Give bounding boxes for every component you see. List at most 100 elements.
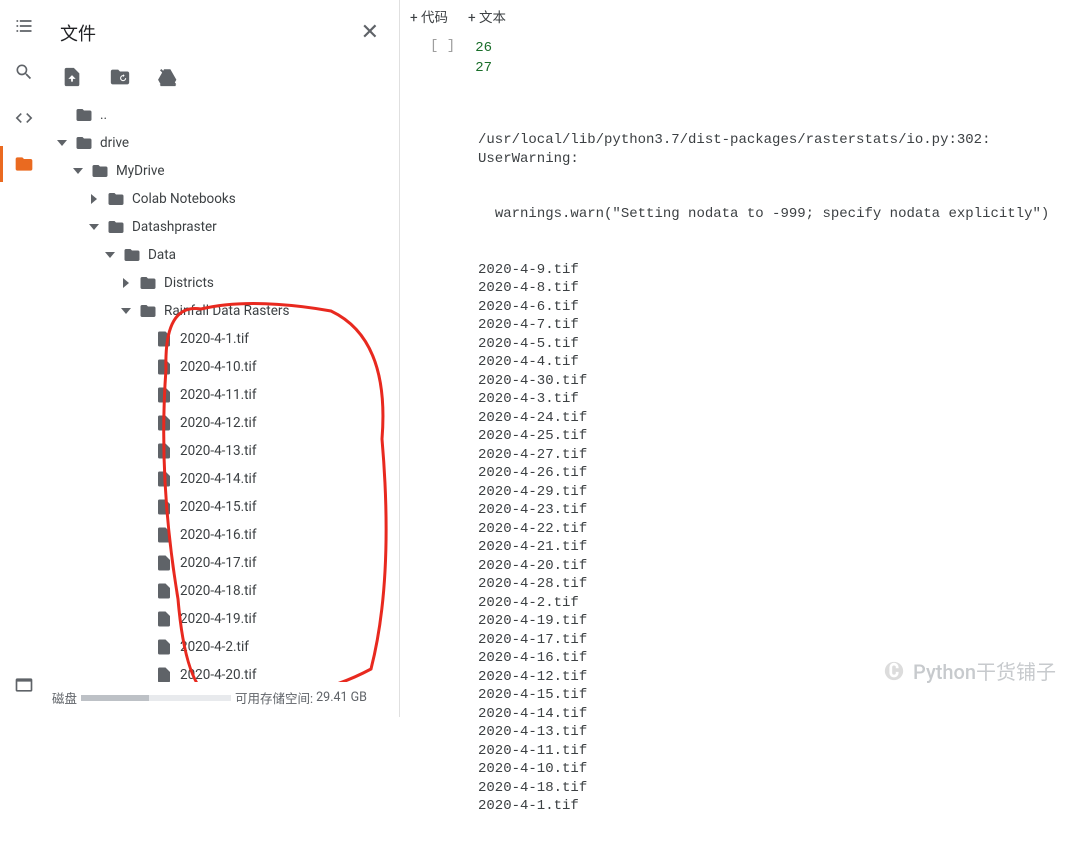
terminal-icon[interactable]	[12, 673, 36, 697]
output-line: 2020-4-4.tif	[478, 353, 1080, 372]
tree-file-item[interactable]: 2020-4-18.tif	[136, 577, 399, 605]
tree-file-item[interactable]: 2020-4-2.tif	[136, 633, 399, 661]
file-icon	[154, 609, 174, 629]
tree-label: Districts	[164, 275, 214, 291]
output-line: 2020-4-26.tif	[478, 464, 1080, 483]
tree-label: Colab Notebooks	[132, 191, 236, 207]
tree-label: 2020-4-17.tif	[180, 555, 257, 571]
file-icon	[154, 553, 174, 573]
code-cell[interactable]: [ ] 26 27	[400, 32, 1080, 78]
tree-label: 2020-4-12.tif	[180, 415, 257, 431]
output-line: 2020-4-2.tif	[478, 594, 1080, 613]
output-line: 2020-4-24.tif	[478, 409, 1080, 428]
output-line: 2020-4-19.tif	[478, 612, 1080, 631]
output-line: 2020-4-1.tif	[478, 797, 1080, 816]
cell-output: /usr/local/lib/python3.7/dist-packages/r…	[400, 82, 1080, 853]
tree-file-item[interactable]: 2020-4-16.tif	[136, 521, 399, 549]
tree-item-data[interactable]: Data	[104, 241, 399, 269]
tree-label: 2020-4-1.tif	[180, 331, 249, 347]
toc-icon[interactable]	[12, 14, 36, 38]
disk-avail-label: 可用存储空间:	[235, 688, 313, 707]
search-icon[interactable]	[12, 60, 36, 84]
tree-label: 2020-4-10.tif	[180, 359, 257, 375]
folder-icon	[74, 105, 94, 125]
disk-label: 磁盘	[52, 688, 77, 707]
files-icon[interactable]	[12, 152, 36, 176]
tree-label: 2020-4-19.tif	[180, 611, 257, 627]
tree-label: 2020-4-15.tif	[180, 499, 257, 515]
file-icon	[154, 637, 174, 657]
watermark-text: Python干货铺子	[913, 656, 1056, 685]
tree-label: 2020-4-11.tif	[180, 387, 257, 403]
output-line: 2020-4-5.tif	[478, 335, 1080, 354]
main-area: + 代码 + 文本 [ ] 26 27 /usr/local/lib/pytho…	[400, 0, 1080, 717]
output-warning: warnings.warn("Setting nodata to -999; s…	[478, 205, 1080, 224]
tree-label: drive	[100, 135, 129, 151]
tree-file-item[interactable]: 2020-4-14.tif	[136, 465, 399, 493]
output-line: 2020-4-22.tif	[478, 520, 1080, 539]
tree-file-item[interactable]: 2020-4-12.tif	[136, 409, 399, 437]
file-icon	[154, 329, 174, 349]
panel-title: 文件	[60, 20, 357, 46]
output-line: 2020-4-21.tif	[478, 538, 1080, 557]
tree-item-rainfall[interactable]: Rainfall Data Rasters	[120, 297, 399, 325]
output-line: 2020-4-15.tif	[478, 686, 1080, 705]
close-icon[interactable]: ✕	[357, 16, 383, 49]
tree-label: Rainfall Data Rasters	[164, 303, 289, 319]
tree-label: MyDrive	[116, 163, 165, 179]
output-line: 2020-4-25.tif	[478, 427, 1080, 446]
add-code-button[interactable]: + 代码	[410, 6, 448, 26]
tree-label: Datashpraster	[132, 219, 217, 235]
tree-label: 2020-4-20.tif	[180, 667, 257, 682]
output-line: 2020-4-11.tif	[478, 742, 1080, 761]
tree-label: 2020-4-13.tif	[180, 443, 257, 459]
snippets-icon[interactable]	[12, 106, 36, 130]
folder-icon	[122, 245, 142, 265]
output-line: 2020-4-6.tif	[478, 298, 1080, 317]
output-line: 2020-4-23.tif	[478, 501, 1080, 520]
file-icon	[154, 581, 174, 601]
tree-label: 2020-4-14.tif	[180, 471, 257, 487]
mount-drive-icon[interactable]	[156, 65, 180, 89]
output-line: 2020-4-9.tif	[478, 261, 1080, 280]
output-line: 2020-4-18.tif	[478, 779, 1080, 798]
file-icon	[154, 665, 174, 682]
tree-item-parent[interactable]: ..	[56, 101, 399, 129]
tree-file-item[interactable]: 2020-4-11.tif	[136, 381, 399, 409]
file-tree[interactable]: .. drive MyDrive	[48, 101, 399, 682]
disk-usage-bar	[81, 695, 231, 701]
output-line: 2020-4-29.tif	[478, 483, 1080, 502]
line-number: 26	[475, 40, 504, 56]
tree-file-item[interactable]: 2020-4-15.tif	[136, 493, 399, 521]
folder-icon	[138, 301, 158, 321]
folder-icon	[138, 273, 158, 293]
disk-avail-value: 29.41 GB	[316, 690, 367, 705]
tree-label: ..	[100, 107, 107, 123]
tree-item-drive[interactable]: drive	[56, 129, 399, 157]
line-number: 27	[475, 60, 504, 76]
add-text-button[interactable]: + 文本	[468, 6, 506, 26]
upload-icon[interactable]	[60, 65, 84, 89]
tree-file-item[interactable]: 2020-4-17.tif	[136, 549, 399, 577]
output-line: 2020-4-27.tif	[478, 446, 1080, 465]
tree-item-colab[interactable]: Colab Notebooks	[88, 185, 399, 213]
tree-file-item[interactable]: 2020-4-1.tif	[136, 325, 399, 353]
tree-file-item[interactable]: 2020-4-19.tif	[136, 605, 399, 633]
output-line: 2020-4-13.tif	[478, 723, 1080, 742]
tree-label: 2020-4-18.tif	[180, 583, 257, 599]
tree-file-item[interactable]: 2020-4-20.tif	[136, 661, 399, 682]
refresh-icon[interactable]	[108, 65, 132, 89]
exec-indicator: [ ]	[430, 38, 455, 54]
file-icon	[154, 441, 174, 461]
file-icon	[154, 357, 174, 377]
tree-item-datashpraster[interactable]: Datashpraster	[88, 213, 399, 241]
output-line: 2020-4-8.tif	[478, 279, 1080, 298]
tree-file-item[interactable]: 2020-4-13.tif	[136, 437, 399, 465]
tree-item-mydrive[interactable]: MyDrive	[72, 157, 399, 185]
tree-item-districts[interactable]: Districts	[120, 269, 399, 297]
tree-label: 2020-4-2.tif	[180, 639, 249, 655]
tree-file-item[interactable]: 2020-4-10.tif	[136, 353, 399, 381]
output-line: 2020-4-28.tif	[478, 575, 1080, 594]
file-icon	[154, 469, 174, 489]
output-line: 2020-4-20.tif	[478, 557, 1080, 576]
